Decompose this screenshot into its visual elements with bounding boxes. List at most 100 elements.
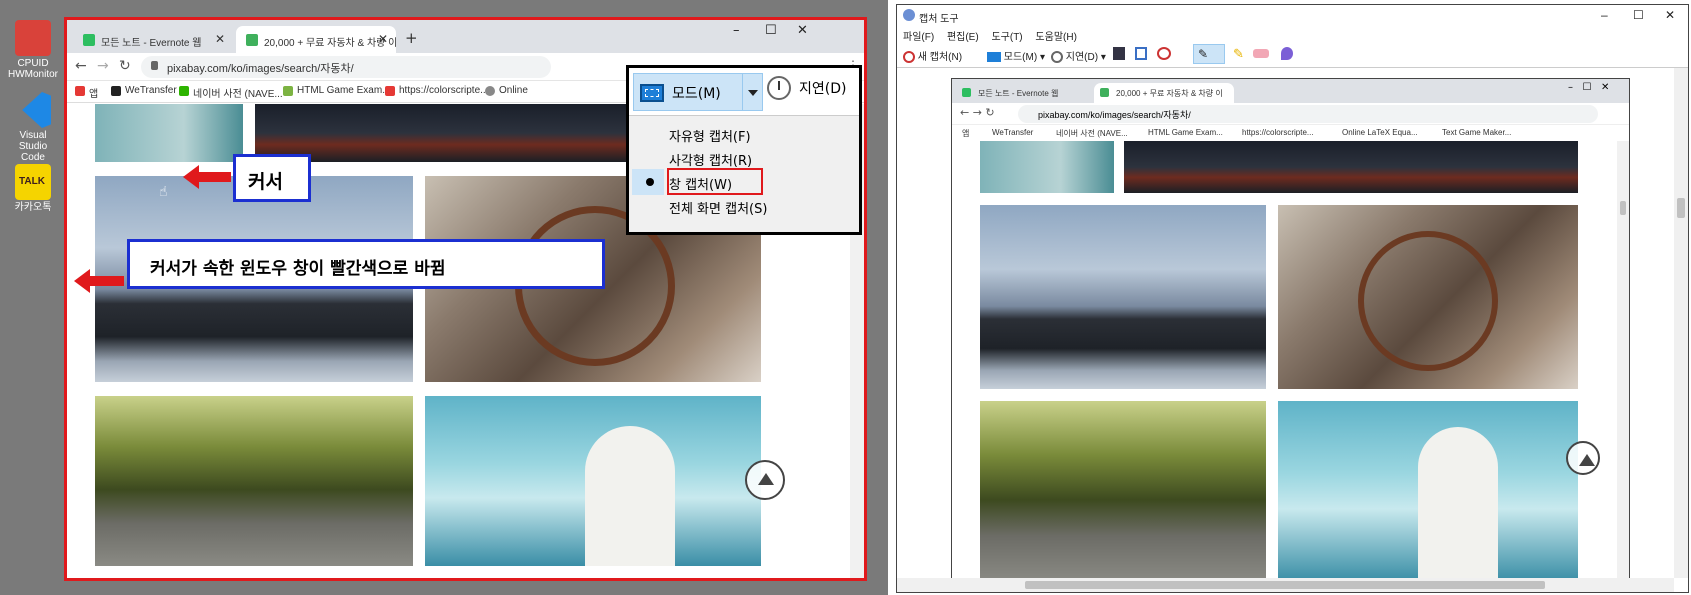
- image-tree-lined-street[interactable]: [95, 396, 413, 566]
- desktop-icon-vscode[interactable]: Visual Studio Code: [4, 92, 62, 163]
- send-icon[interactable]: [1157, 47, 1171, 60]
- bookmark-label: https://colorscripte...: [1242, 128, 1314, 137]
- reload-icon[interactable]: ↻: [119, 58, 131, 74]
- desktop-icon-label: Visual Studio Code: [18, 130, 48, 163]
- delay-label: 지연(D): [799, 81, 847, 97]
- kakaotalk-badge: TALK: [19, 176, 45, 187]
- window-capture-highlight: [667, 168, 763, 195]
- clock-icon: [1051, 51, 1063, 64]
- captured-image-teal: [980, 141, 1114, 193]
- back-arrow-icon[interactable]: ←: [75, 58, 87, 74]
- pen-icon: ✎: [1198, 47, 1209, 61]
- rectangle-snip-icon: [987, 52, 1001, 63]
- mode-label: 모드(M): [1003, 52, 1038, 63]
- url-text: pixabay.com/ko/images/search/자동차/: [167, 63, 354, 75]
- bookmark-label: 네이버 사전 (NAVE...: [193, 89, 283, 100]
- captured-window-controls: – ☐ ✕: [1568, 82, 1610, 93]
- close-icon[interactable]: ✕: [378, 32, 388, 46]
- delay-button[interactable]: 지연(D): [767, 76, 847, 100]
- mode-button[interactable]: 모드(M): [633, 73, 743, 111]
- mouse-cursor-icon: ☝: [159, 184, 168, 200]
- desktop-icon-kakaotalk[interactable]: TALK 카카오톡: [4, 164, 62, 213]
- delay-button[interactable]: 지연(D) ▾: [1051, 48, 1106, 64]
- window-note-callout: 커서가 속한 윈도우 창이 빨간색으로 바뀜: [127, 239, 605, 289]
- left-screenshot-panel: CPUID HWMonitor Visual Studio Code TALK …: [0, 0, 888, 595]
- captured-scroll-top-button: [1566, 441, 1600, 475]
- bookmark-label: HTML Game Exam...: [1148, 128, 1223, 137]
- menu-tools[interactable]: 도구(T): [991, 32, 1022, 43]
- captured-scrollbar: [1617, 141, 1629, 580]
- scrollbar-thumb: [1620, 201, 1626, 215]
- bookmark-colorscripter[interactable]: https://colorscripte...: [385, 85, 488, 96]
- vscode-icon: [22, 92, 51, 128]
- eraser-icon[interactable]: [1253, 49, 1269, 58]
- mode-button[interactable]: 모드(M) ▾: [987, 48, 1045, 63]
- lock-icon: [151, 61, 158, 70]
- captured-bookmarks-bar: 앱 WeTransfer 네이버 사전 (NAVE... HTML Game E…: [952, 125, 1629, 141]
- capture-toolbar: 모드(M) 지연(D): [629, 68, 859, 116]
- canvas-vertical-scrollbar[interactable]: [1674, 68, 1688, 578]
- save-icon[interactable]: [1113, 47, 1125, 60]
- bookmark-label: WeTransfer: [125, 85, 177, 96]
- mode-dropdown-arrow[interactable]: [743, 73, 763, 111]
- minimize-button[interactable]: –: [1601, 8, 1608, 22]
- new-tab-button[interactable]: +: [405, 29, 418, 47]
- canvas-horizontal-scrollbar[interactable]: [897, 578, 1674, 592]
- bookmark-apps[interactable]: 앱: [75, 85, 98, 100]
- new-snip-button[interactable]: 새 캡처(N): [903, 48, 962, 64]
- captured-image-steering-wheel: [1278, 205, 1578, 389]
- close-icon[interactable]: ✕: [215, 32, 225, 46]
- bookmark-label: WeTransfer: [992, 128, 1034, 137]
- menu-edit[interactable]: 편집(E): [947, 32, 979, 43]
- pen-tool-button[interactable]: ✎: [1193, 44, 1225, 64]
- tab-pixabay[interactable]: 20,000 + 무료 자동차 & 차량 이 ✕: [236, 26, 396, 53]
- forward-arrow-icon[interactable]: →: [97, 58, 109, 74]
- url-input[interactable]: pixabay.com/ko/images/search/자동차/: [141, 56, 551, 78]
- bookmark-wetransfer[interactable]: WeTransfer: [111, 85, 177, 96]
- captured-content: [952, 141, 1629, 580]
- menu-item-rectangular[interactable]: 사각형 캡처(R): [669, 150, 752, 169]
- captured-image-woman-car: [1278, 401, 1578, 580]
- bookmark-online[interactable]: Online: [485, 85, 528, 96]
- bookmark-label: Online: [499, 85, 528, 96]
- tab-title: 모든 노트 - Evernote 웹: [101, 38, 202, 49]
- menu-file[interactable]: 파일(F): [903, 32, 934, 43]
- tab-title: 모든 노트 - Evernote 웹: [978, 89, 1059, 98]
- bookmark-naver[interactable]: 네이버 사전 (NAVE...: [179, 85, 283, 100]
- pixabay-icon: [1100, 88, 1109, 97]
- paint3d-icon[interactable]: [1281, 47, 1293, 60]
- scroll-to-top-button[interactable]: [745, 460, 785, 500]
- captured-tab-bar: 모든 노트 - Evernote 웹 20,000 + 무료 자동차 & 차량 …: [952, 79, 1629, 103]
- browser-window-highlighted[interactable]: 모든 노트 - Evernote 웹 ✕ 20,000 + 무료 자동차 & 차…: [64, 17, 867, 581]
- bookmark-html-game[interactable]: HTML Game Exam...: [283, 85, 391, 96]
- desktop-icon-cpuid[interactable]: CPUID HWMonitor: [4, 20, 62, 80]
- highlighter-icon[interactable]: ✎: [1233, 46, 1244, 62]
- maximize-button[interactable]: ☐: [1633, 8, 1644, 22]
- menu-bar: 파일(F) 편집(E) 도구(T) 도움말(H): [903, 28, 1087, 43]
- captured-tab-evernote: 모든 노트 - Evernote 웹: [956, 83, 1092, 103]
- scrollbar-thumb[interactable]: [1025, 581, 1545, 589]
- image-woman-in-car[interactable]: [425, 396, 761, 566]
- close-window-button[interactable]: ✕: [1665, 8, 1675, 22]
- scrollbar-thumb[interactable]: [1677, 198, 1685, 218]
- red-arrow-icon: [183, 165, 231, 189]
- snipping-toolbar: 새 캡처(N) 모드(M) ▾ 지연(D) ▾ ✎ ✎: [903, 44, 1688, 66]
- app-title: 캡처 도구: [919, 14, 959, 25]
- close-window-button[interactable]: ✕: [797, 23, 808, 38]
- menu-item-free-form[interactable]: 자유형 캡처(F): [669, 126, 751, 145]
- cursor-callout: 커서: [233, 154, 311, 202]
- copy-icon[interactable]: [1135, 47, 1147, 60]
- tab-bar: 모든 노트 - Evernote 웹 ✕ 20,000 + 무료 자동차 & 차…: [67, 20, 864, 53]
- woman-scarf-shape: [1418, 427, 1498, 580]
- image-thumbnail-teal[interactable]: [95, 104, 243, 162]
- html-game-icon: [283, 86, 293, 96]
- captured-url-text: pixabay.com/ko/images/search/자동차/: [1038, 110, 1191, 120]
- tab-evernote[interactable]: 모든 노트 - Evernote 웹 ✕: [73, 26, 233, 53]
- minimize-button[interactable]: –: [733, 23, 740, 38]
- menu-item-full-screen[interactable]: 전체 화면 캡처(S): [669, 198, 767, 217]
- menu-help[interactable]: 도움말(H): [1035, 32, 1076, 43]
- desktop-icon-label: 카카오톡: [14, 202, 52, 213]
- snipping-tool-titlebar: 캡처 도구 – ☐ ✕: [897, 5, 1688, 27]
- selected-item-indicator: [632, 169, 664, 195]
- maximize-button[interactable]: ☐: [765, 23, 777, 38]
